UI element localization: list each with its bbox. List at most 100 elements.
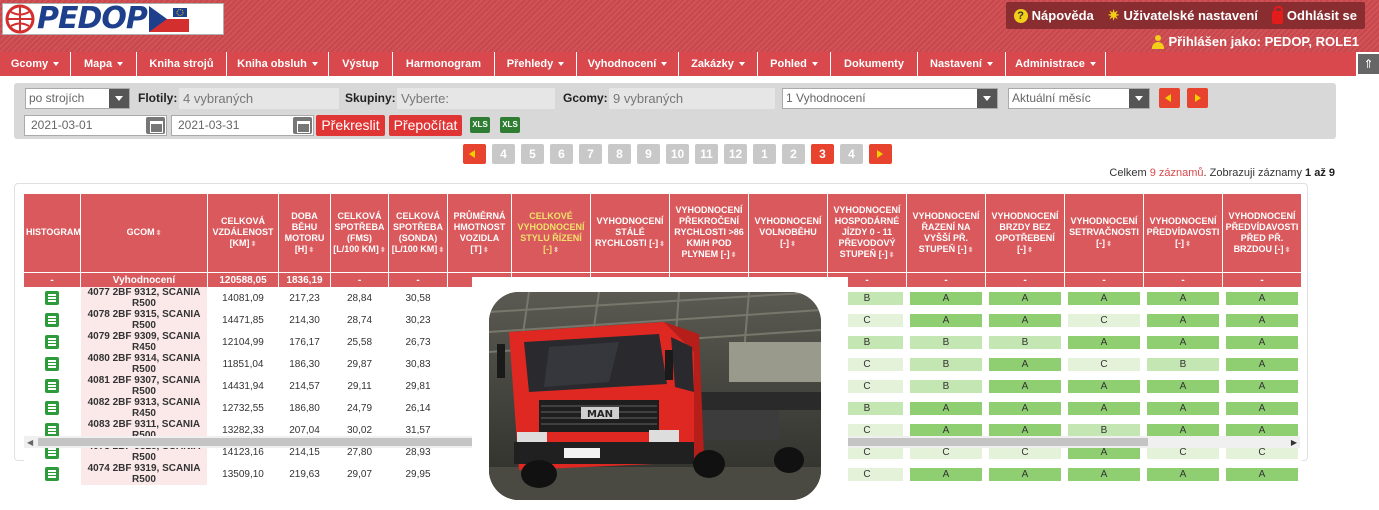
- user-settings-link[interactable]: ✷ Uživatelské nastavení: [1108, 7, 1258, 24]
- redraw-button[interactable]: Překreslit: [316, 115, 385, 136]
- column-header[interactable]: Doba běhu motoru [h]⬍: [279, 194, 331, 272]
- nav-item-4[interactable]: Výstup: [329, 52, 393, 76]
- histogram-cell: [24, 397, 81, 419]
- page-button[interactable]: 11: [695, 144, 718, 164]
- date-from-value: 2021-03-01: [31, 118, 93, 132]
- scroll-left-icon[interactable]: ◀: [27, 438, 33, 447]
- column-header[interactable]: Celkové vyhodnocení stylu řízení [-]⬍: [512, 194, 591, 272]
- nav-item-0[interactable]: Gcomy: [0, 52, 71, 76]
- nav-item-2[interactable]: Kniha strojů: [137, 52, 227, 76]
- evaluation-select[interactable]: 1 Vyhodnocení: [782, 88, 998, 109]
- grade-badge: A: [1226, 335, 1298, 349]
- column-header[interactable]: GCOM⬍: [81, 194, 208, 272]
- period-next-button[interactable]: [1187, 88, 1208, 108]
- page-button[interactable]: 10: [666, 144, 689, 164]
- column-header[interactable]: Celková spotřeba (FMS) [l/100 km]⬍: [331, 194, 389, 272]
- histogram-icon[interactable]: [45, 335, 59, 349]
- histogram-icon[interactable]: [45, 291, 59, 305]
- logout-link[interactable]: Odhlásit se: [1271, 5, 1357, 24]
- gcomy-field[interactable]: 9 vybraných: [609, 88, 775, 109]
- grade-badge: A: [989, 313, 1061, 327]
- histogram-icon[interactable]: [45, 313, 59, 327]
- sort-icon: ⬍: [659, 241, 666, 248]
- page-button[interactable]: 4: [840, 144, 863, 164]
- date-to-input[interactable]: 2021-03-31: [171, 115, 314, 136]
- column-header[interactable]: Vyhodnocení předvídavosti před př. brzdo…: [1223, 194, 1302, 272]
- column-header[interactable]: Vyhodnocení stálé rychlosti [-]⬍: [591, 194, 670, 272]
- page-button[interactable]: 4: [492, 144, 515, 164]
- page-button[interactable]: 5: [521, 144, 544, 164]
- histogram-icon[interactable]: [45, 467, 59, 481]
- grade-badge: A: [1226, 401, 1298, 415]
- nav-item-8[interactable]: Zakázky: [679, 52, 758, 76]
- page-button[interactable]: 3: [811, 144, 834, 164]
- help-link[interactable]: ? Nápověda: [1013, 8, 1094, 23]
- distance-cell: 11851,04: [208, 353, 279, 375]
- nav-item-9[interactable]: Pohled: [758, 52, 831, 76]
- column-header[interactable]: Vyhodnocení překročení rychlosti >86 km/…: [670, 194, 749, 272]
- skupiny-field[interactable]: Vyberte:: [397, 88, 555, 109]
- grade-badge: A: [1147, 401, 1219, 415]
- grade-badge: A: [910, 291, 982, 305]
- flotily-field[interactable]: 4 vybraných: [179, 88, 339, 109]
- nav-item-label: Přehledy: [506, 58, 554, 70]
- app-logo[interactable]: PEDOP: [2, 3, 224, 35]
- column-header[interactable]: Vyhodnocení předvídavosti [-]⬍: [1144, 194, 1223, 272]
- page-button[interactable]: 12: [724, 144, 747, 164]
- histogram-cell: [24, 287, 81, 309]
- page-button[interactable]: 2: [782, 144, 805, 164]
- export-xls-all-icon[interactable]: XLS: [500, 117, 520, 133]
- page-prev-button[interactable]: [463, 144, 486, 164]
- histogram-icon[interactable]: [45, 357, 59, 371]
- column-header[interactable]: Vyhodnocení hospodárné jízdy 0 - 11 přev…: [828, 194, 907, 272]
- grade-cell: A: [1065, 463, 1144, 485]
- nav-item-5[interactable]: Harmonogram: [393, 52, 495, 76]
- mode-select[interactable]: po strojích: [25, 88, 130, 109]
- calendar-icon[interactable]: [293, 117, 312, 134]
- page-button[interactable]: 1: [753, 144, 776, 164]
- column-header[interactable]: Vyhodnocení brzdy bez opotřebení [-]⬍: [986, 194, 1065, 272]
- nav-item-6[interactable]: Přehledy: [495, 52, 577, 76]
- sort-icon: ⬍: [553, 246, 559, 254]
- scroll-top-button[interactable]: ⇑: [1358, 54, 1379, 74]
- help-label: Nápověda: [1031, 8, 1094, 23]
- nav-item-11[interactable]: Nastavení: [918, 52, 1006, 76]
- date-from-input[interactable]: 2021-03-01: [24, 115, 167, 136]
- page-button[interactable]: 6: [550, 144, 573, 164]
- column-header[interactable]: Celková vzdálenost [km]⬍: [208, 194, 279, 272]
- histogram-cell: [24, 309, 81, 331]
- sort-icon: ⬍: [790, 241, 796, 248]
- column-header[interactable]: Průměrná hmotnost vozidla [t]⬍: [448, 194, 512, 272]
- column-header[interactable]: Celková spotřeba (sonda) [l/100 km]⬍: [389, 194, 448, 272]
- export-xls-icon[interactable]: XLS: [470, 117, 490, 133]
- column-header[interactable]: Vyhodnocení setrvačnosti [-]⬍: [1065, 194, 1144, 272]
- sort-icon: ⬍: [379, 246, 386, 254]
- page-button[interactable]: 7: [579, 144, 602, 164]
- records-info-pre: Celkem: [1109, 167, 1150, 179]
- grade-badge: A: [1068, 467, 1140, 481]
- page-next-button[interactable]: [869, 144, 892, 164]
- nav-item-12[interactable]: Administrace: [1006, 52, 1106, 76]
- sort-icon: ⬍: [1284, 246, 1291, 254]
- scroll-right-icon[interactable]: ▶: [1291, 438, 1297, 447]
- page-button[interactable]: 8: [608, 144, 631, 164]
- calendar-icon[interactable]: [146, 117, 165, 134]
- nav-item-1[interactable]: Mapa: [71, 52, 137, 76]
- histogram-icon[interactable]: [45, 423, 59, 437]
- histogram-icon[interactable]: [45, 401, 59, 415]
- nav-item-3[interactable]: Kniha obsluh: [227, 52, 329, 76]
- caret-down-icon: [1089, 62, 1096, 66]
- summary-cell: -: [986, 272, 1065, 287]
- recalculate-button[interactable]: Přepočítat: [389, 115, 462, 136]
- period-select[interactable]: Aktuální měsíc: [1008, 88, 1150, 109]
- page-button[interactable]: 9: [637, 144, 660, 164]
- grade-badge: A: [1226, 313, 1298, 327]
- column-header[interactable]: Vyhodnocení řazení na vyšší př. stupeň […: [907, 194, 986, 272]
- period-prev-button[interactable]: [1159, 88, 1180, 108]
- column-header[interactable]: Histogram⬍: [24, 194, 88, 272]
- nav-item-7[interactable]: Vyhodnocení: [577, 52, 679, 76]
- nav-item-10[interactable]: Dokumenty: [831, 52, 918, 76]
- histogram-icon[interactable]: [45, 379, 59, 393]
- grade-badge: A: [910, 401, 982, 415]
- column-header[interactable]: Vyhodnocení volnoběhu [-]⬍: [749, 194, 828, 272]
